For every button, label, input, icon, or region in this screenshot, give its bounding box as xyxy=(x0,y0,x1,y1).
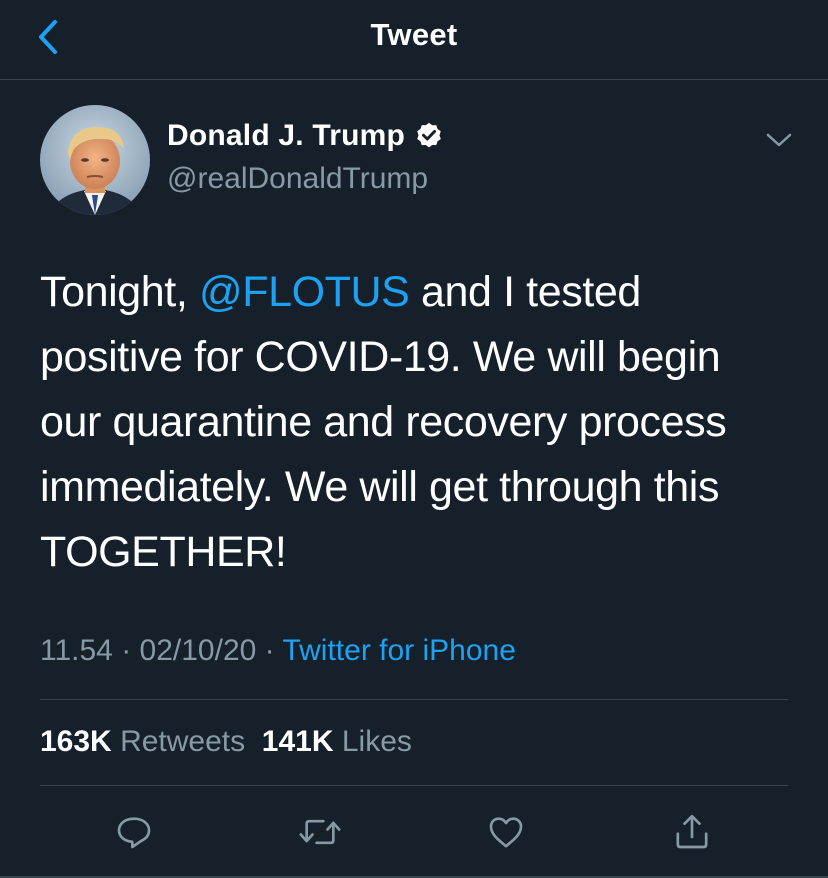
tweet-meta: 11.54 · 02/10/20 · Twitter for iPhone xyxy=(40,634,516,668)
retweet-icon xyxy=(299,819,341,845)
nav-bar: Tweet xyxy=(0,0,828,80)
likes-stat[interactable]: 141K Likes xyxy=(262,725,412,758)
page-title: Tweet xyxy=(370,17,458,52)
tweet-stats: 163K Retweets 141K Likes xyxy=(40,725,412,759)
reply-button[interactable] xyxy=(110,808,158,856)
author-name-row[interactable]: Donald J. Trump xyxy=(167,119,444,153)
meta-separator: · xyxy=(264,634,275,667)
share-button[interactable] xyxy=(668,808,716,856)
tweet-time: 11.54 xyxy=(40,634,113,667)
tweet-source-link[interactable]: Twitter for iPhone xyxy=(282,634,515,667)
retweets-stat[interactable]: 163K Retweets xyxy=(40,725,245,758)
avatar[interactable] xyxy=(40,105,150,215)
share-icon xyxy=(676,814,708,849)
reply-icon xyxy=(117,817,151,849)
chevron-down-icon xyxy=(766,133,792,147)
likes-count: 141K xyxy=(261,725,334,758)
author-name: Donald J. Trump xyxy=(167,119,406,152)
retweet-button[interactable] xyxy=(296,808,344,856)
like-button[interactable] xyxy=(482,808,530,856)
verified-badge-icon xyxy=(414,121,444,151)
retweets-label: Retweets xyxy=(120,725,246,758)
author-handle[interactable]: @realDonaldTrump xyxy=(167,162,428,196)
meta-separator: · xyxy=(121,634,132,667)
retweets-count: 163K xyxy=(40,725,112,758)
heart-icon xyxy=(489,817,523,848)
mention-link[interactable]: @FLOTUS xyxy=(199,268,410,316)
tweet-text-start: Tonight, xyxy=(40,268,199,316)
tweet-date: 02/10/20 xyxy=(139,634,257,667)
divider xyxy=(40,785,788,786)
profile-photo xyxy=(40,105,150,215)
divider xyxy=(40,699,788,700)
more-options-button[interactable] xyxy=(760,122,798,158)
tweet-text: Tonight, @FLOTUS and I tested positive f… xyxy=(40,260,790,585)
likes-label: Likes xyxy=(341,725,412,758)
action-bar xyxy=(0,808,828,856)
